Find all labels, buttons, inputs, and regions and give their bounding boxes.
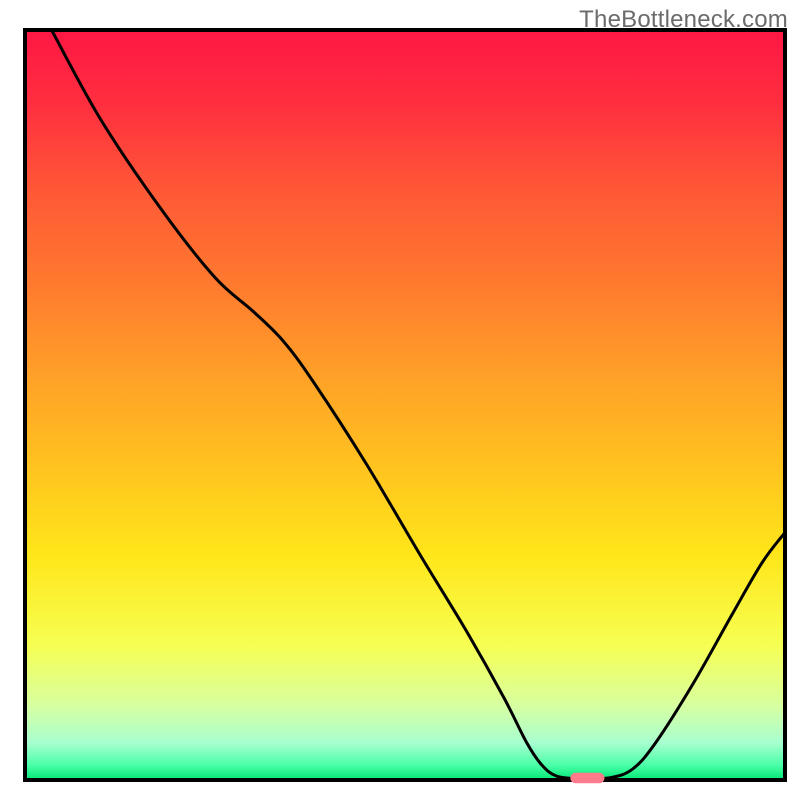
- chart-container: TheBottleneck.com: [0, 0, 800, 800]
- optimal-point-marker: [570, 773, 604, 784]
- plot-background: [25, 30, 785, 780]
- bottleneck-chart: [0, 0, 800, 800]
- watermark-text: TheBottleneck.com: [579, 6, 788, 34]
